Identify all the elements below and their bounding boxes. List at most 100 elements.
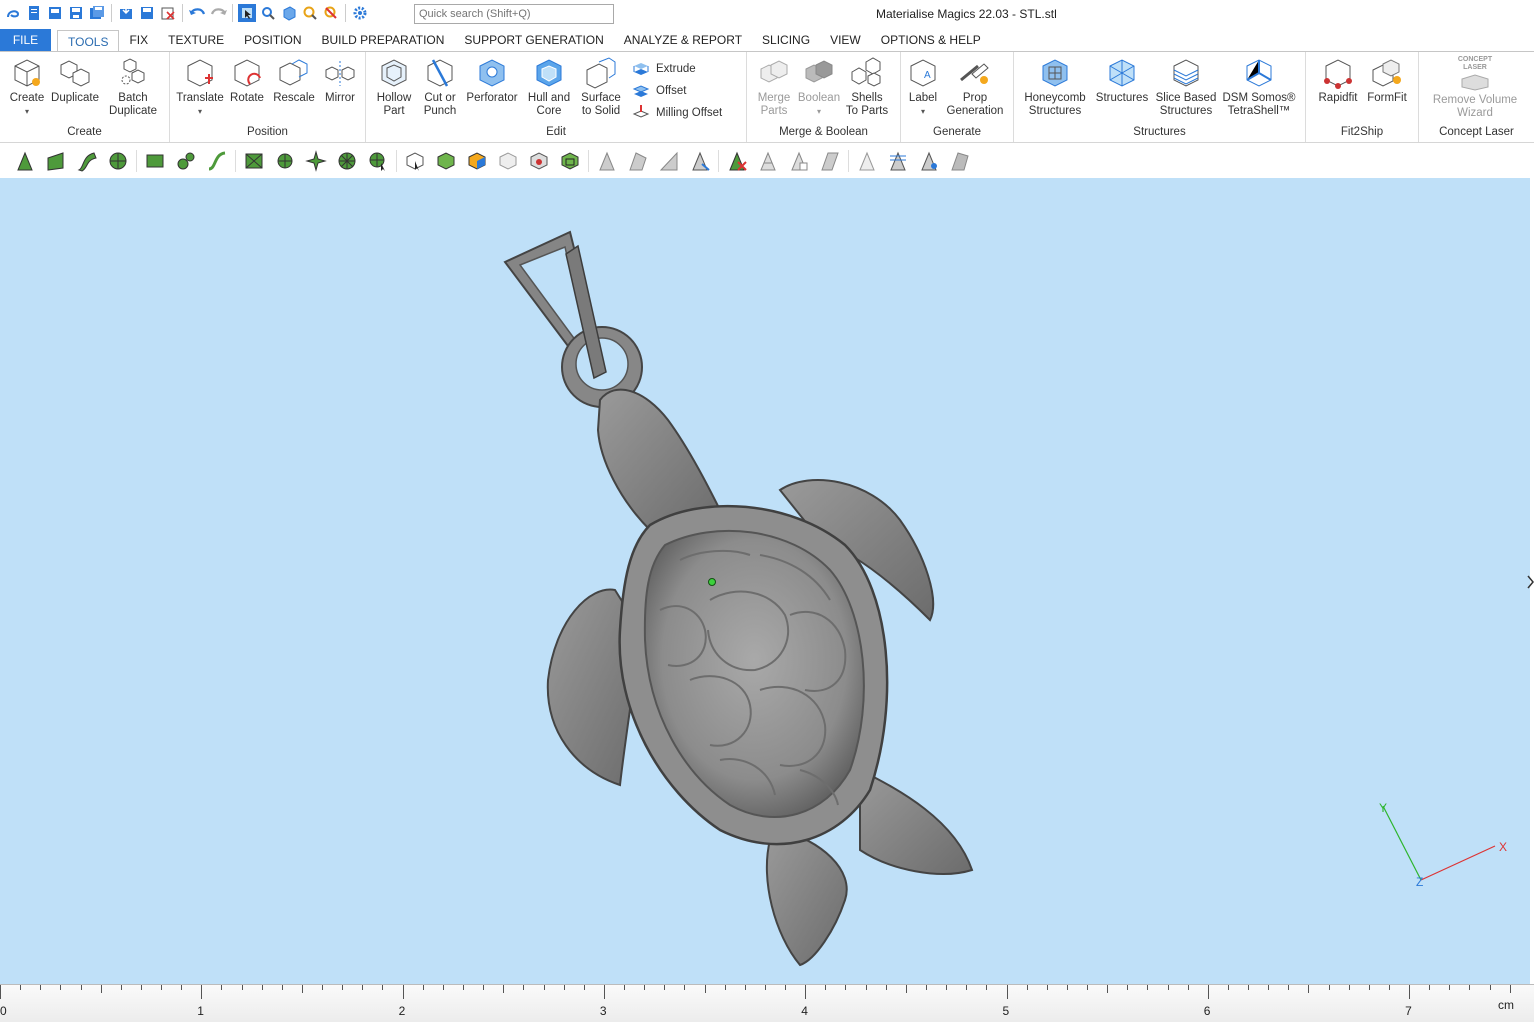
- duplicate-button[interactable]: Duplicate: [48, 56, 102, 105]
- create-button[interactable]: Create ▾: [6, 56, 48, 118]
- triangle-surface-tool-icon[interactable]: [656, 148, 682, 174]
- triangle-layer-icon[interactable]: [947, 148, 973, 174]
- tab-file[interactable]: FILE: [0, 29, 51, 51]
- quick-search-input[interactable]: [414, 4, 614, 24]
- save-icon[interactable]: [67, 4, 85, 22]
- 3d-viewport[interactable]: Y X Z: [0, 178, 1530, 984]
- magics-app-icon[interactable]: [4, 4, 22, 22]
- ruler-tick: [905, 985, 907, 993]
- ruler: cm 0 1 2 3 4 5 6 7: [0, 984, 1534, 1022]
- turtle-pendant-model[interactable]: Y X Z: [0, 178, 1530, 984]
- triangle-plane-tool-icon[interactable]: [625, 148, 651, 174]
- tab-fix[interactable]: FIX: [119, 29, 158, 51]
- structures-button[interactable]: Structures: [1094, 56, 1150, 105]
- rotate-button[interactable]: Rotate: [226, 56, 268, 105]
- select-green-cube-icon[interactable]: [433, 148, 459, 174]
- tab-analyze-report[interactable]: ANALYZE & REPORT: [614, 29, 752, 51]
- lasso-select-icon[interactable]: [173, 148, 199, 174]
- select-transparent-cube-icon[interactable]: [495, 148, 521, 174]
- boolean-icon: [805, 60, 833, 83]
- merge-parts-button[interactable]: Merge Parts: [753, 56, 795, 118]
- select-triangle-icon[interactable]: [12, 148, 38, 174]
- select-surface-icon[interactable]: [74, 148, 100, 174]
- batch-duplicate-button[interactable]: Batch Duplicate: [104, 56, 162, 118]
- view-part-icon[interactable]: [280, 4, 298, 22]
- tab-support-generation[interactable]: SUPPORT GENERATION: [454, 29, 613, 51]
- panel-expand-arrow-icon[interactable]: [1527, 575, 1534, 589]
- slice-based-structures-button[interactable]: Slice Based Structures: [1154, 56, 1218, 118]
- ruler-tick: [925, 985, 927, 990]
- mesh-wheel-icon[interactable]: [334, 148, 360, 174]
- select-plane-icon[interactable]: [43, 148, 69, 174]
- zoom-select-icon[interactable]: [259, 4, 277, 22]
- cut-punch-icon: [427, 59, 453, 87]
- select-marked-cube-icon[interactable]: [526, 148, 552, 174]
- triangle-view-icon[interactable]: [916, 148, 942, 174]
- save-part-icon[interactable]: [138, 4, 156, 22]
- hull-and-core-button[interactable]: Hull and Core: [524, 56, 574, 118]
- import-part-icon[interactable]: [117, 4, 135, 22]
- select-color-cube-icon[interactable]: [464, 148, 490, 174]
- prop-generation-button[interactable]: Prop Generation: [943, 56, 1007, 118]
- hollow-part-button[interactable]: Hollow Part: [370, 56, 418, 118]
- box-select-icon[interactable]: [142, 148, 168, 174]
- tab-options-help[interactable]: OPTIONS & HELP: [871, 29, 991, 51]
- prop-generation-icon: [960, 63, 989, 84]
- tab-tools[interactable]: TOOLS: [57, 30, 120, 52]
- perforator-button[interactable]: Perforator: [462, 56, 522, 105]
- open-file-icon[interactable]: [46, 4, 64, 22]
- triangle-filter-icon[interactable]: [885, 148, 911, 174]
- milling-offset-button[interactable]: Milling Offset: [632, 104, 722, 122]
- select-part-cube-icon[interactable]: [402, 148, 428, 174]
- settings-gear-icon[interactable]: [351, 4, 369, 22]
- new-file-icon[interactable]: [25, 4, 43, 22]
- curve-select-icon[interactable]: [204, 148, 230, 174]
- zoom-reset-icon[interactable]: [322, 4, 340, 22]
- toolbar-separator: [136, 150, 137, 172]
- triangle-mesh-icon[interactable]: [755, 148, 781, 174]
- triangle-shell-tool-icon[interactable]: [687, 148, 713, 174]
- ruler-tick: [281, 985, 283, 990]
- tab-view[interactable]: VIEW: [820, 29, 871, 51]
- cut-or-punch-button[interactable]: Cut or Punch: [418, 56, 462, 118]
- select-part-icon[interactable]: [238, 4, 256, 22]
- tab-position[interactable]: POSITION: [234, 29, 311, 51]
- delete-triangles-icon[interactable]: [724, 148, 750, 174]
- triangle-slice-icon[interactable]: [817, 148, 843, 174]
- label-button[interactable]: A Label ▾: [903, 56, 943, 118]
- tab-texture[interactable]: TEXTURE: [158, 29, 234, 51]
- triangle-tool-icon[interactable]: [594, 148, 620, 174]
- surface-to-solid-button[interactable]: Surface to Solid: [576, 56, 626, 118]
- ruler-tick: [1227, 985, 1229, 990]
- mirror-button[interactable]: Mirror: [318, 56, 362, 105]
- zoom-icon[interactable]: [301, 4, 319, 22]
- extrude-button[interactable]: Extrude: [632, 60, 696, 78]
- honeycomb-structures-button[interactable]: Honeycomb Structures: [1022, 56, 1088, 118]
- unload-part-icon[interactable]: [159, 4, 177, 22]
- mesh-flower-icon[interactable]: [272, 148, 298, 174]
- formfit-button[interactable]: FormFit: [1364, 56, 1410, 105]
- mesh-star-icon[interactable]: [303, 148, 329, 174]
- shells-to-parts-button[interactable]: Shells To Parts: [845, 56, 889, 118]
- tab-build-preparation[interactable]: BUILD PREPARATION: [312, 29, 455, 51]
- ruler-unit: cm: [1498, 998, 1514, 1012]
- duplicate-label: Duplicate: [51, 92, 99, 104]
- ruler-tick: [40, 985, 42, 990]
- redo-icon[interactable]: [209, 4, 227, 22]
- offset-button[interactable]: Offset: [632, 82, 686, 100]
- mesh-select-icon[interactable]: [241, 148, 267, 174]
- save-all-icon[interactable]: [88, 4, 106, 22]
- tab-slicing[interactable]: SLICING: [752, 29, 820, 51]
- boolean-button[interactable]: Boolean ▾: [795, 56, 843, 118]
- triangle-duplicate-icon[interactable]: [786, 148, 812, 174]
- select-green-multi-cube-icon[interactable]: [557, 148, 583, 174]
- select-shell-icon[interactable]: [105, 148, 131, 174]
- rescale-button[interactable]: Rescale: [270, 56, 318, 105]
- dsm-somos-tetrashell-button[interactable]: DSM Somos® TetraShell™: [1220, 56, 1298, 118]
- remove-volume-wizard-button[interactable]: CONCEPT LASER Remove Volume Wizard: [1425, 56, 1525, 120]
- mesh-wheel-pointer-icon[interactable]: [365, 148, 391, 174]
- undo-icon[interactable]: [188, 4, 206, 22]
- rapidfit-button[interactable]: Rapidfit: [1314, 56, 1362, 105]
- translate-button[interactable]: Translate ▾: [174, 56, 226, 118]
- triangle-hidden-icon[interactable]: [854, 148, 880, 174]
